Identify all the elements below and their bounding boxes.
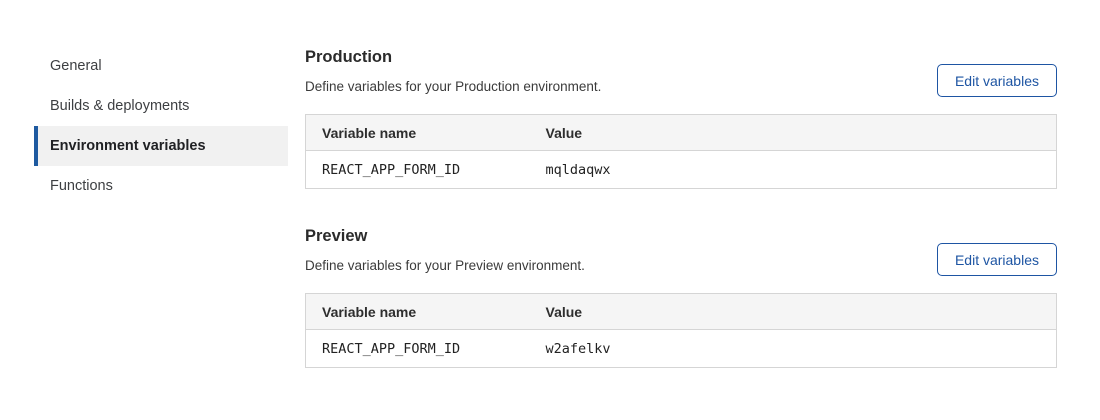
edit-variables-button[interactable]: Edit variables [937, 243, 1057, 276]
column-header-value: Value [530, 115, 1057, 151]
sidebar-item-label: Functions [50, 178, 113, 194]
table-row: REACT_APP_FORM_ID w2afelkv [306, 330, 1057, 368]
table-row: REACT_APP_FORM_ID mqldaqwx [306, 151, 1057, 189]
env-vars-table: Variable name Value REACT_APP_FORM_ID mq… [305, 114, 1057, 189]
edit-variables-button[interactable]: Edit variables [937, 64, 1057, 97]
env-vars-table: Variable name Value REACT_APP_FORM_ID w2… [305, 293, 1057, 368]
sidebar-item-environment-variables[interactable]: Environment variables [34, 126, 288, 166]
preview-section: Preview Define variables for your Previe… [305, 228, 1057, 368]
sidebar-item-label: General [50, 58, 102, 74]
production-section: Production Define variables for your Pro… [305, 49, 1057, 189]
column-header-variable-name: Variable name [306, 294, 530, 330]
sidebar-item-builds-deployments[interactable]: Builds & deployments [34, 86, 288, 126]
sidebar-item-functions[interactable]: Functions [34, 166, 288, 206]
environment-variables-panel: Production Define variables for your Pro… [305, 49, 1057, 368]
sidebar-item-label: Builds & deployments [50, 98, 189, 114]
variable-name-cell: REACT_APP_FORM_ID [306, 151, 530, 189]
sidebar-item-label: Environment variables [50, 138, 206, 154]
variable-value-cell: mqldaqwx [530, 151, 1057, 189]
sidebar-item-general[interactable]: General [34, 46, 288, 86]
settings-nav: General Builds & deployments Environment… [34, 46, 288, 206]
variable-value-cell: w2afelkv [530, 330, 1057, 368]
table-header-row: Variable name Value [306, 115, 1057, 151]
column-header-variable-name: Variable name [306, 115, 530, 151]
table-header-row: Variable name Value [306, 294, 1057, 330]
variable-name-cell: REACT_APP_FORM_ID [306, 330, 530, 368]
column-header-value: Value [530, 294, 1057, 330]
